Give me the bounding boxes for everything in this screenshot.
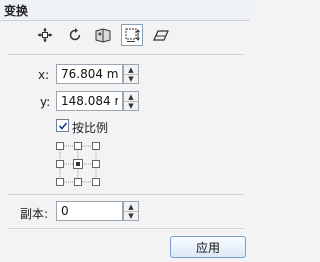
- anchor-center[interactable]: [73, 159, 83, 169]
- proportional-row[interactable]: 按比例: [0, 116, 250, 138]
- panel-titlebar: 变换: [0, 0, 250, 21]
- copies-field[interactable]: [56, 201, 123, 221]
- y-label: y:: [40, 95, 51, 109]
- position-icon: [38, 28, 52, 42]
- size-button[interactable]: [121, 24, 143, 46]
- apply-button[interactable]: 应用: [170, 236, 246, 258]
- y-row: y: ▲ ▼: [0, 91, 250, 113]
- x-input[interactable]: [57, 65, 122, 83]
- skew-icon: [153, 30, 169, 41]
- rotate-icon: [69, 28, 81, 41]
- x-row: x: ▲ ▼: [0, 64, 250, 86]
- panel-title: 变换: [4, 4, 29, 18]
- checkmark-icon: [58, 121, 67, 130]
- scale-mirror-icon: [95, 28, 111, 43]
- anchor-bottom-right[interactable]: [92, 178, 100, 186]
- anchor-bottom-left[interactable]: [56, 178, 64, 186]
- transform-panel: 变换 x: 76.804 mm ▲ ▼ y: 148.084 mm ▲ ▼ 按比…: [0, 0, 250, 262]
- y-spinner[interactable]: ▲ ▼: [123, 91, 139, 111]
- copies-input[interactable]: [57, 202, 122, 220]
- anchor-top-left[interactable]: [56, 142, 64, 150]
- proportional-checkbox[interactable]: [56, 119, 69, 132]
- anchor-grid: [56, 142, 104, 186]
- proportional-label: 按比例: [72, 121, 109, 135]
- skew-button[interactable]: [150, 24, 172, 46]
- copies-row: 副本: ▲ ▼: [0, 201, 250, 223]
- copies-spinner[interactable]: ▲ ▼: [123, 201, 139, 221]
- anchor-middle-left[interactable]: [56, 160, 64, 168]
- y-field[interactable]: [56, 91, 123, 111]
- rotate-button[interactable]: [64, 24, 86, 46]
- size-icon: [125, 28, 140, 42]
- anchor-middle-right[interactable]: [92, 160, 100, 168]
- y-input[interactable]: [57, 92, 122, 110]
- scale-mirror-button[interactable]: [92, 24, 114, 46]
- divider: [8, 194, 244, 195]
- anchor-top-center[interactable]: [74, 142, 82, 150]
- x-decrement-button[interactable]: ▼: [124, 74, 138, 83]
- x-spinner[interactable]: ▲ ▼: [123, 64, 139, 84]
- divider: [8, 228, 244, 229]
- copies-label: 副本:: [20, 207, 49, 221]
- x-label: x:: [38, 68, 50, 82]
- transform-toolbar: [0, 22, 250, 52]
- anchor-top-right[interactable]: [92, 142, 100, 150]
- copies-decrement-button[interactable]: ▼: [124, 211, 138, 220]
- divider: [8, 54, 244, 55]
- anchor-bottom-center[interactable]: [74, 178, 82, 186]
- x-field[interactable]: [56, 64, 123, 84]
- y-decrement-button[interactable]: ▼: [124, 101, 138, 110]
- position-button[interactable]: [34, 24, 56, 46]
